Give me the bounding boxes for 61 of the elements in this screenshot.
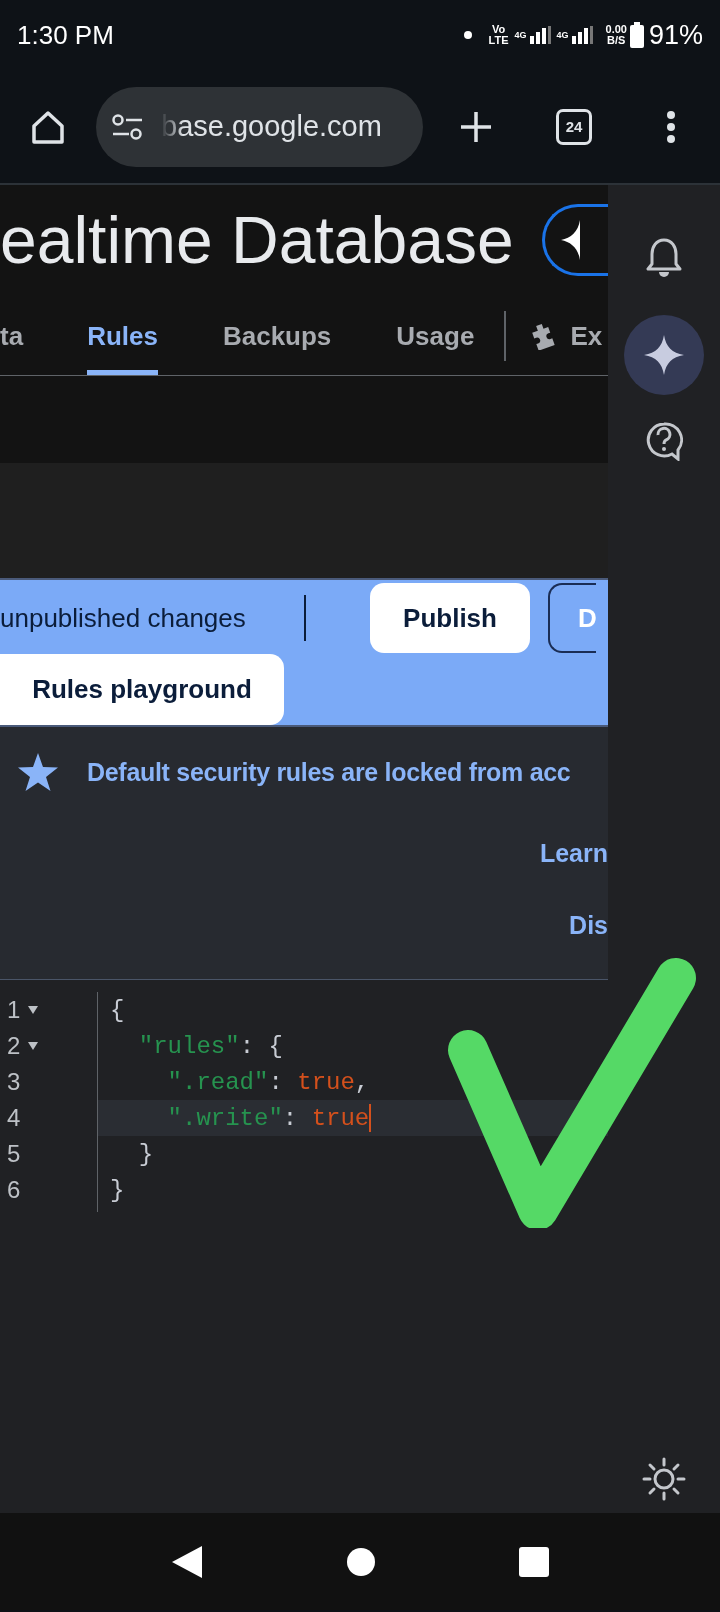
- assistant-button[interactable]: [541, 204, 608, 276]
- more-menu-icon[interactable]: [666, 109, 676, 144]
- network-label: Vo: [491, 24, 506, 35]
- recents-icon[interactable]: [518, 1546, 549, 1577]
- line-number: 2: [7, 1032, 21, 1060]
- code-token: {: [110, 996, 125, 1024]
- line-number: 3: [7, 1068, 21, 1096]
- tab[interactable]: Ex: [530, 297, 603, 375]
- code-token: }: [137, 1140, 154, 1168]
- code-token: true: [297, 1068, 355, 1096]
- signal-icon: [529, 26, 551, 44]
- brightness-icon[interactable]: [642, 1457, 686, 1501]
- code-token: : {: [239, 1032, 283, 1060]
- code-token: ,: [354, 1068, 370, 1096]
- url-text: base.google.com: [161, 110, 382, 143]
- battery-icon: [629, 22, 644, 48]
- code-token: ".write": [166, 1104, 283, 1132]
- network-type: 4G: [514, 30, 527, 40]
- network-type: 4G: [556, 30, 569, 40]
- sparkle-icon: [560, 220, 580, 260]
- tab[interactable]: ta: [0, 297, 24, 375]
- home-button-icon[interactable]: [346, 1547, 375, 1576]
- sparkle-icon: [644, 335, 684, 375]
- line-number: 6: [7, 1176, 21, 1204]
- fold-arrow-icon[interactable]: [28, 1006, 39, 1014]
- notifications-icon[interactable]: [646, 237, 682, 277]
- home-icon[interactable]: [30, 108, 66, 145]
- tab[interactable]: Rules: [87, 297, 158, 375]
- line-number: 1: [7, 996, 21, 1024]
- battery-percent: 91%: [648, 19, 703, 51]
- star-icon: [18, 753, 58, 791]
- code-token: "rules": [137, 1032, 240, 1060]
- code-token: }: [110, 1176, 125, 1204]
- banner-message: unpublished changes: [0, 602, 247, 634]
- address-bar[interactable]: base.google.com: [96, 86, 423, 167]
- code-token: :: [268, 1068, 284, 1096]
- link[interactable]: Learn: [539, 817, 608, 889]
- data-speed: B/S: [607, 35, 626, 46]
- publish-button[interactable]: Publish: [370, 583, 530, 653]
- rules-playground-button[interactable]: Rules playground: [0, 654, 284, 725]
- notification-dot-icon: [463, 31, 472, 39]
- signal-icon: [571, 26, 593, 44]
- tab-count-button[interactable]: 24: [556, 108, 592, 145]
- tab[interactable]: Usage: [396, 297, 475, 375]
- clock: 1:30 PM: [17, 19, 114, 51]
- page-title: ealtime Database: [0, 202, 514, 278]
- back-icon[interactable]: [171, 1545, 202, 1578]
- network-label: LTE: [488, 35, 509, 46]
- data-speed: 0.00: [605, 24, 627, 35]
- link[interactable]: Dis: [569, 889, 608, 961]
- line-number: 5: [7, 1140, 21, 1168]
- notice-text: Default security rules are locked from acc: [87, 757, 571, 787]
- code-token: :: [282, 1104, 299, 1132]
- fold-arrow-icon[interactable]: [28, 1042, 39, 1050]
- code-token: true: [311, 1104, 370, 1132]
- site-settings-icon[interactable]: [112, 113, 143, 140]
- line-number: 4: [7, 1104, 21, 1132]
- help-icon[interactable]: [645, 421, 683, 461]
- tab[interactable]: Backups: [222, 297, 332, 375]
- new-tab-icon[interactable]: [460, 110, 492, 143]
- code-token: ".read": [166, 1068, 269, 1096]
